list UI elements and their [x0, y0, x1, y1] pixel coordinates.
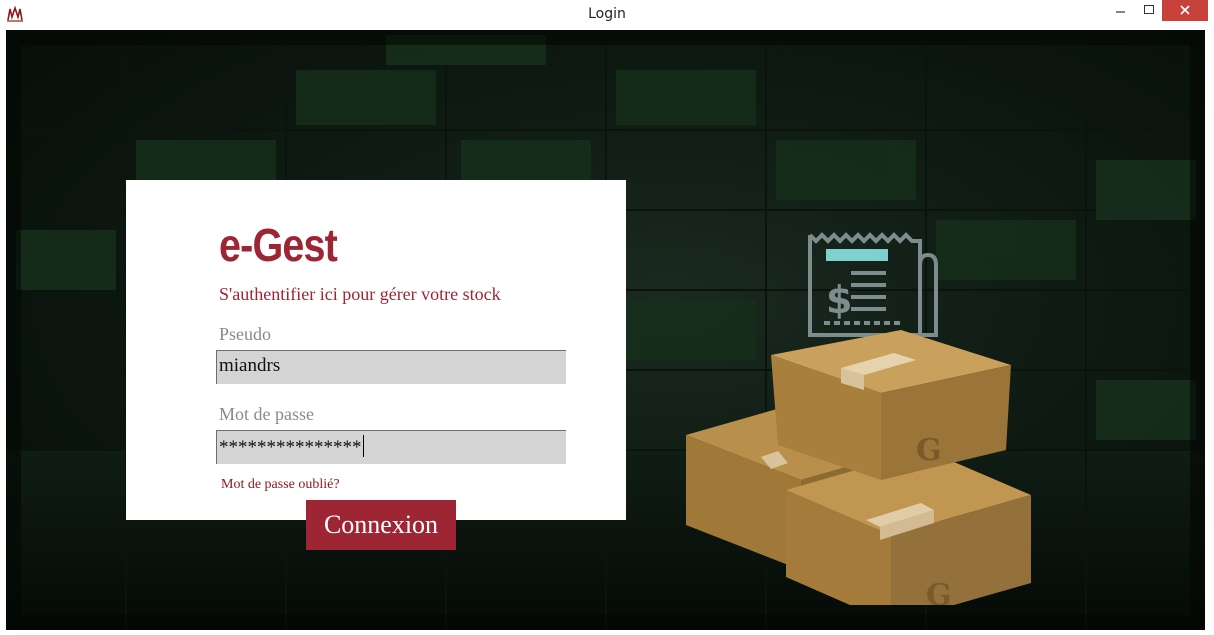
- minimize-icon: [1116, 11, 1125, 13]
- forgot-password-link[interactable]: Mot de passe oublié?: [221, 477, 340, 493]
- close-icon: [1180, 5, 1190, 15]
- minimize-button[interactable]: [1108, 0, 1134, 21]
- text-caret: [362, 435, 364, 457]
- password-input[interactable]: ***************: [216, 430, 566, 464]
- login-tagline: S'authentifier ici pour gérer votre stoc…: [219, 284, 501, 304]
- stock-illustration: $ G G: [686, 232, 1031, 605]
- password-label: Mot de passe: [219, 404, 314, 424]
- svg-text:G: G: [916, 433, 942, 468]
- password-value: ***************: [219, 437, 362, 458]
- svg-text:G: G: [926, 578, 952, 605]
- username-value: miandrs: [219, 355, 281, 376]
- connexion-button[interactable]: Connexion: [306, 500, 456, 550]
- maximize-icon: [1144, 5, 1154, 14]
- close-button[interactable]: [1162, 0, 1208, 21]
- svg-text:$: $: [826, 278, 852, 322]
- window-title: Login: [588, 6, 626, 22]
- username-input[interactable]: miandrs: [216, 350, 566, 384]
- background-scene: $ G G e-Gest S'authentifier ici pour gér…: [6, 30, 1205, 630]
- maximize-button[interactable]: [1136, 0, 1162, 21]
- receipt-highlight: [826, 249, 888, 261]
- username-label: Pseudo: [219, 324, 272, 344]
- title-bar[interactable]: Login: [0, 0, 1214, 30]
- app-brand: e-Gest: [219, 219, 338, 271]
- login-card: e-Gest S'authentifier ici pour gérer vot…: [126, 180, 626, 520]
- cardboard-box-icon: G G: [686, 330, 1031, 605]
